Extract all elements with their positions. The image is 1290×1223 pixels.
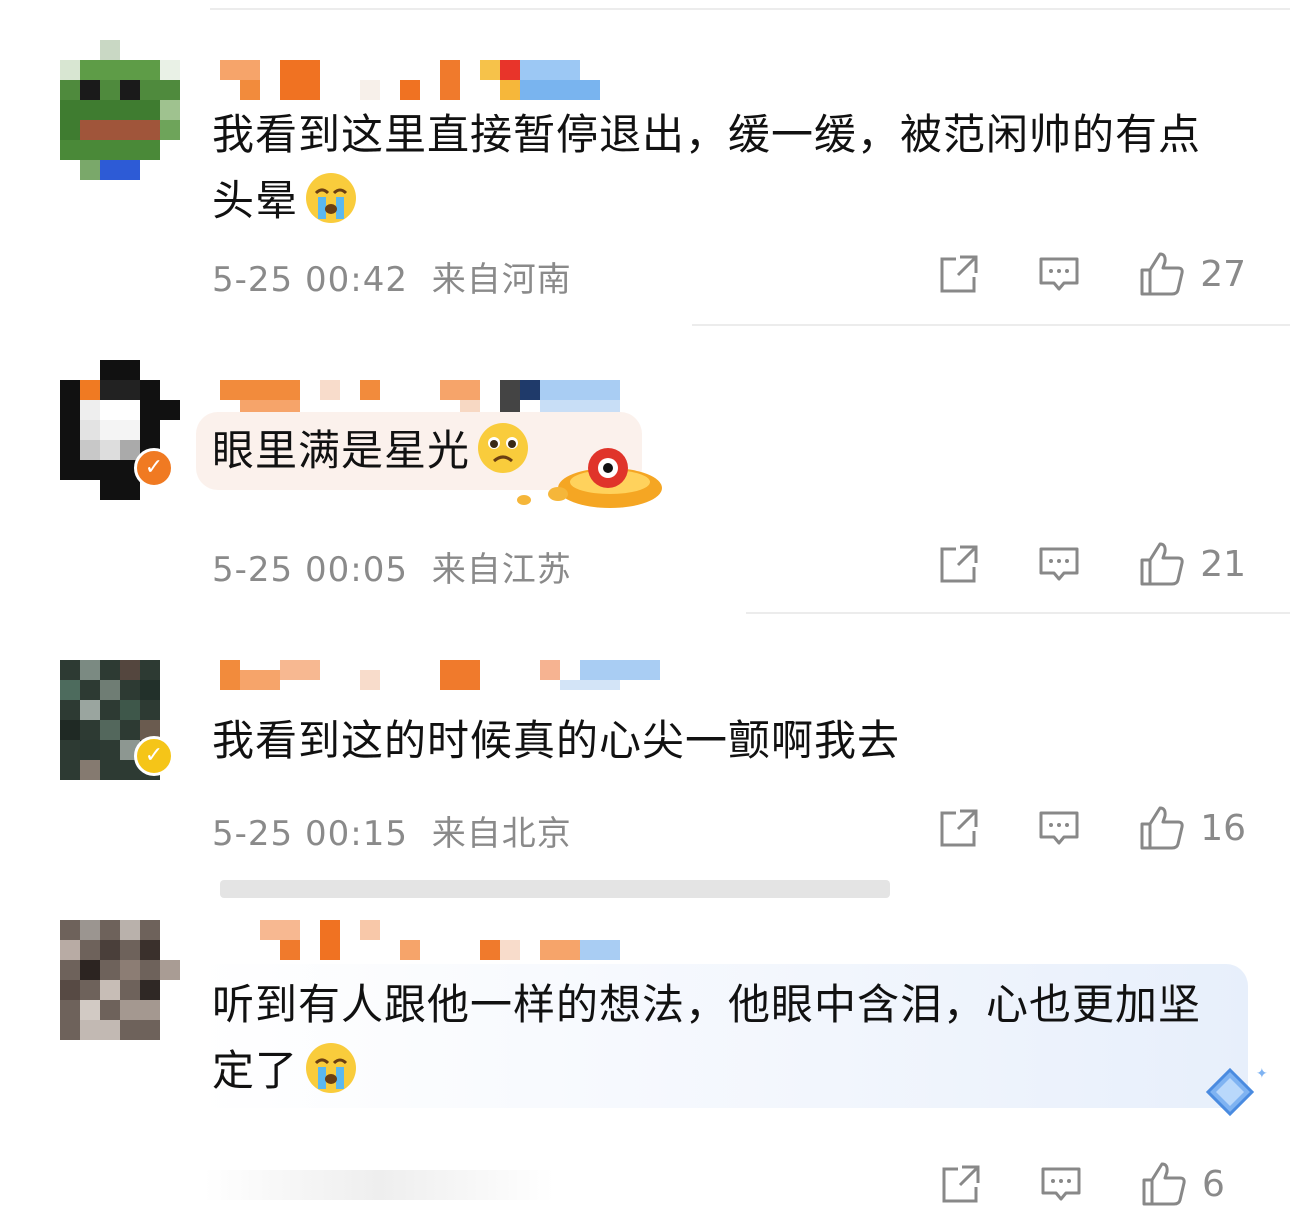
comment-actions: 6 <box>940 1156 1246 1212</box>
comment-location: 来自北京 <box>431 814 572 854</box>
username-blurred[interactable] <box>220 920 640 960</box>
comment-body: 听到有人跟他一样的想法，他眼中含泪，心也更加坚定了 <box>212 980 1202 1095</box>
verified-badge: ✓ <box>134 736 174 776</box>
like-button[interactable]: 6 <box>1140 1160 1246 1208</box>
comment-text: 我看到这里直接暂停退出，缓一缓，被范闲帅的有点头晕 <box>212 102 1242 234</box>
comment-body: 我看到这的时候真的心尖一颤啊我去 <box>212 716 901 765</box>
avatar[interactable] <box>60 40 180 180</box>
section-separator-bar <box>220 880 890 898</box>
avatar[interactable] <box>60 920 180 1060</box>
reply-button[interactable] <box>1040 1163 1082 1205</box>
like-count: 6 <box>1202 1163 1225 1205</box>
comment-text: 我看到这的时候真的心尖一颤啊我去 <box>212 708 1242 774</box>
like-count: 21 <box>1200 543 1246 585</box>
comment-actions: 21 <box>938 536 1246 592</box>
avatar[interactable]: ✓ <box>60 660 180 800</box>
username-blurred[interactable] <box>220 660 660 700</box>
thumbs-up-icon <box>1140 542 1184 586</box>
comment-divider <box>746 612 1290 614</box>
reply-button[interactable] <box>1038 253 1080 295</box>
comment-divider <box>692 324 1290 326</box>
crying-emoji-icon <box>306 173 357 223</box>
comment-actions: 16 <box>938 800 1246 856</box>
share-button[interactable] <box>938 253 980 295</box>
comment-actions: 27 <box>938 246 1246 302</box>
comment-meta: 5-25 00:42 来自河南 <box>212 252 572 301</box>
comment-location: 来自河南 <box>431 260 572 300</box>
comment-location: 来自江苏 <box>431 550 572 590</box>
like-button[interactable]: 27 <box>1138 250 1246 298</box>
share-icon <box>940 255 978 293</box>
like-count: 16 <box>1200 807 1246 849</box>
thumbs-up-icon <box>1140 806 1184 850</box>
gold-ingot-decoration-icon <box>517 448 662 508</box>
share-button[interactable] <box>940 1163 982 1205</box>
comment-icon <box>1039 547 1079 581</box>
comment-meta: 5-25 00:05 来自江苏 <box>212 542 572 591</box>
thumbs-up-icon <box>1142 1162 1186 1206</box>
comment-item: ✓ 眼里满是星光 5-25 00:05 来自江苏 21 <box>0 330 1290 610</box>
comment-time: 5-25 00:15 <box>212 814 408 854</box>
comment-item: 我看到这里直接暂停退出，缓一缓，被范闲帅的有点头晕 5-25 00:42 来自河… <box>0 0 1290 320</box>
share-button[interactable] <box>938 807 980 849</box>
reply-button[interactable] <box>1038 807 1080 849</box>
reply-button[interactable] <box>1038 543 1080 585</box>
thumbs-up-icon <box>1140 252 1184 296</box>
share-icon <box>940 809 978 847</box>
comment-meta: 5-25 00:15 来自北京 <box>212 806 572 855</box>
crying-emoji-icon <box>306 1043 357 1093</box>
comment-icon <box>1039 257 1079 291</box>
share-button[interactable] <box>938 543 980 585</box>
like-button[interactable]: 16 <box>1138 804 1246 852</box>
share-icon <box>942 1165 980 1203</box>
like-count: 27 <box>1200 253 1246 295</box>
svg-text:✦: ✦ <box>1256 1066 1268 1082</box>
comment-icon <box>1041 1167 1081 1201</box>
comment-time: 5-25 00:42 <box>212 260 408 300</box>
comment-time: 5-25 00:05 <box>212 550 408 590</box>
comment-body: 眼里满是星光 <box>212 426 471 475</box>
comment-body: 我看到这里直接暂停退出，缓一缓，被范闲帅的有点头晕 <box>212 110 1202 225</box>
comment-text: 听到有人跟他一样的想法，他眼中含泪，心也更加坚定了 <box>212 972 1242 1104</box>
share-icon <box>940 545 978 583</box>
username-blurred[interactable] <box>220 60 640 100</box>
comment-item: ✓ 我看到这的时候真的心尖一颤啊我去 5-25 00:15 来自北京 16 <box>0 620 1290 870</box>
verified-badge: ✓ <box>134 448 174 488</box>
avatar[interactable]: ✓ <box>60 360 180 500</box>
comment-item: ✦ 听到有人跟他一样的想法，他眼中含泪，心也更加坚定了 6 <box>0 900 1290 1223</box>
comment-icon <box>1039 811 1079 845</box>
meta-obscured-bar <box>204 1170 554 1200</box>
like-button[interactable]: 21 <box>1138 540 1246 588</box>
